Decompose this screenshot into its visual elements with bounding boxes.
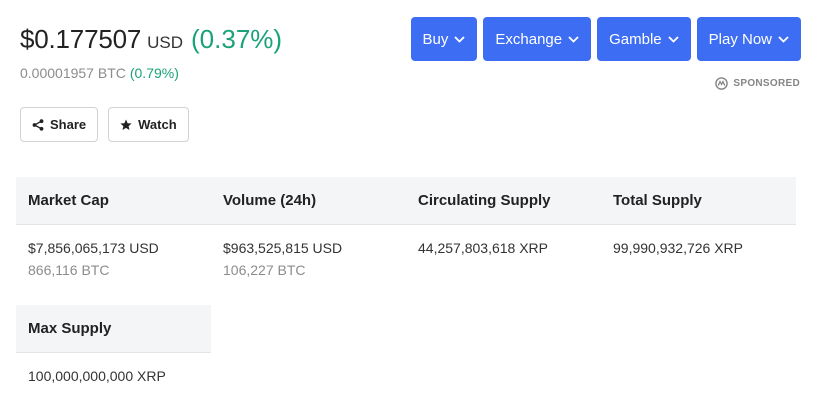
sponsored-label: SPONSORED — [733, 78, 800, 89]
exchange-button[interactable]: Exchange — [483, 17, 592, 61]
stats-row: Market Cap $7,856,065,173 USD 866,116 BT… — [16, 177, 796, 281]
stat-primary-value: 99,990,932,726 XRP — [613, 240, 743, 256]
watch-button[interactable]: Watch — [108, 107, 189, 142]
usd-price-line: $0.177507 USD (0.37%) — [20, 24, 282, 55]
chevron-down-icon — [568, 35, 579, 43]
share-button[interactable]: Share — [20, 107, 99, 142]
stat-secondary-value: 106,227 BTC — [223, 262, 306, 278]
usd-change: (0.37%) — [191, 24, 283, 54]
stat-body: $963,525,815 USD 106,227 BTC — [211, 225, 406, 281]
sponsored-tag[interactable]: SPONSORED — [715, 77, 800, 90]
action-buttons: Share Watch — [20, 107, 189, 142]
exchange-label: Exchange — [495, 30, 563, 48]
stat-primary-value: 44,257,803,618 XRP — [418, 240, 548, 256]
stat-volume-24h: Volume (24h) $963,525,815 USD 106,227 BT… — [211, 177, 406, 281]
stat-market-cap: Market Cap $7,856,065,173 USD 866,116 BT… — [16, 177, 211, 281]
stat-body: $7,856,065,173 USD 866,116 BTC — [16, 225, 211, 281]
stat-primary-value: $7,856,065,173 USD — [28, 240, 159, 256]
buy-label: Buy — [422, 30, 449, 48]
stats-table: Market Cap $7,856,065,173 USD 866,116 BT… — [16, 177, 796, 281]
stat-header: Circulating Supply — [406, 177, 601, 225]
play-now-label: Play Now — [708, 30, 772, 48]
btc-change: (0.79%) — [129, 65, 179, 81]
chevron-down-icon — [668, 35, 679, 43]
watch-label: Watch — [138, 117, 177, 132]
chevron-down-icon — [778, 35, 789, 43]
stat-total-supply: Total Supply 99,990,932,726 XRP — [601, 177, 796, 281]
stat-body: 100,000,000,000 XRP — [16, 353, 211, 387]
btc-price: 0.00001957 BTC — [20, 65, 126, 81]
promo-buttons: Buy Exchange Gamble Play Now — [410, 17, 801, 61]
buy-button[interactable]: Buy — [410, 17, 478, 61]
stat-header: Volume (24h) — [211, 177, 406, 225]
stat-header: Market Cap — [16, 177, 211, 225]
usd-unit: USD — [147, 33, 184, 52]
stat-primary-value: 100,000,000,000 XRP — [28, 368, 166, 384]
stat-secondary-value: 866,116 BTC — [28, 262, 110, 278]
stat-circulating-supply: Circulating Supply 44,257,803,618 XRP — [406, 177, 601, 281]
gamble-label: Gamble — [609, 30, 662, 48]
share-label: Share — [50, 117, 87, 132]
stat-header: Total Supply — [601, 177, 796, 225]
stat-body: 99,990,932,726 XRP — [601, 225, 796, 259]
star-icon — [120, 119, 132, 130]
share-icon — [32, 118, 44, 131]
stat-body: 44,257,803,618 XRP — [406, 225, 601, 259]
usd-price: $0.177507 — [20, 24, 142, 54]
sponsored-logo-icon — [715, 77, 729, 90]
stat-max-supply: Max Supply 100,000,000,000 XRP — [16, 305, 211, 387]
btc-price-line: 0.00001957 BTC (0.79%) — [20, 65, 282, 81]
price-summary: $0.177507 USD (0.37%) 0.00001957 BTC (0.7… — [20, 24, 282, 81]
gamble-button[interactable]: Gamble — [597, 17, 691, 61]
play-now-button[interactable]: Play Now — [696, 17, 801, 61]
stat-primary-value: $963,525,815 USD — [223, 240, 343, 256]
stat-header: Max Supply — [16, 305, 211, 353]
chevron-down-icon — [454, 35, 466, 43]
